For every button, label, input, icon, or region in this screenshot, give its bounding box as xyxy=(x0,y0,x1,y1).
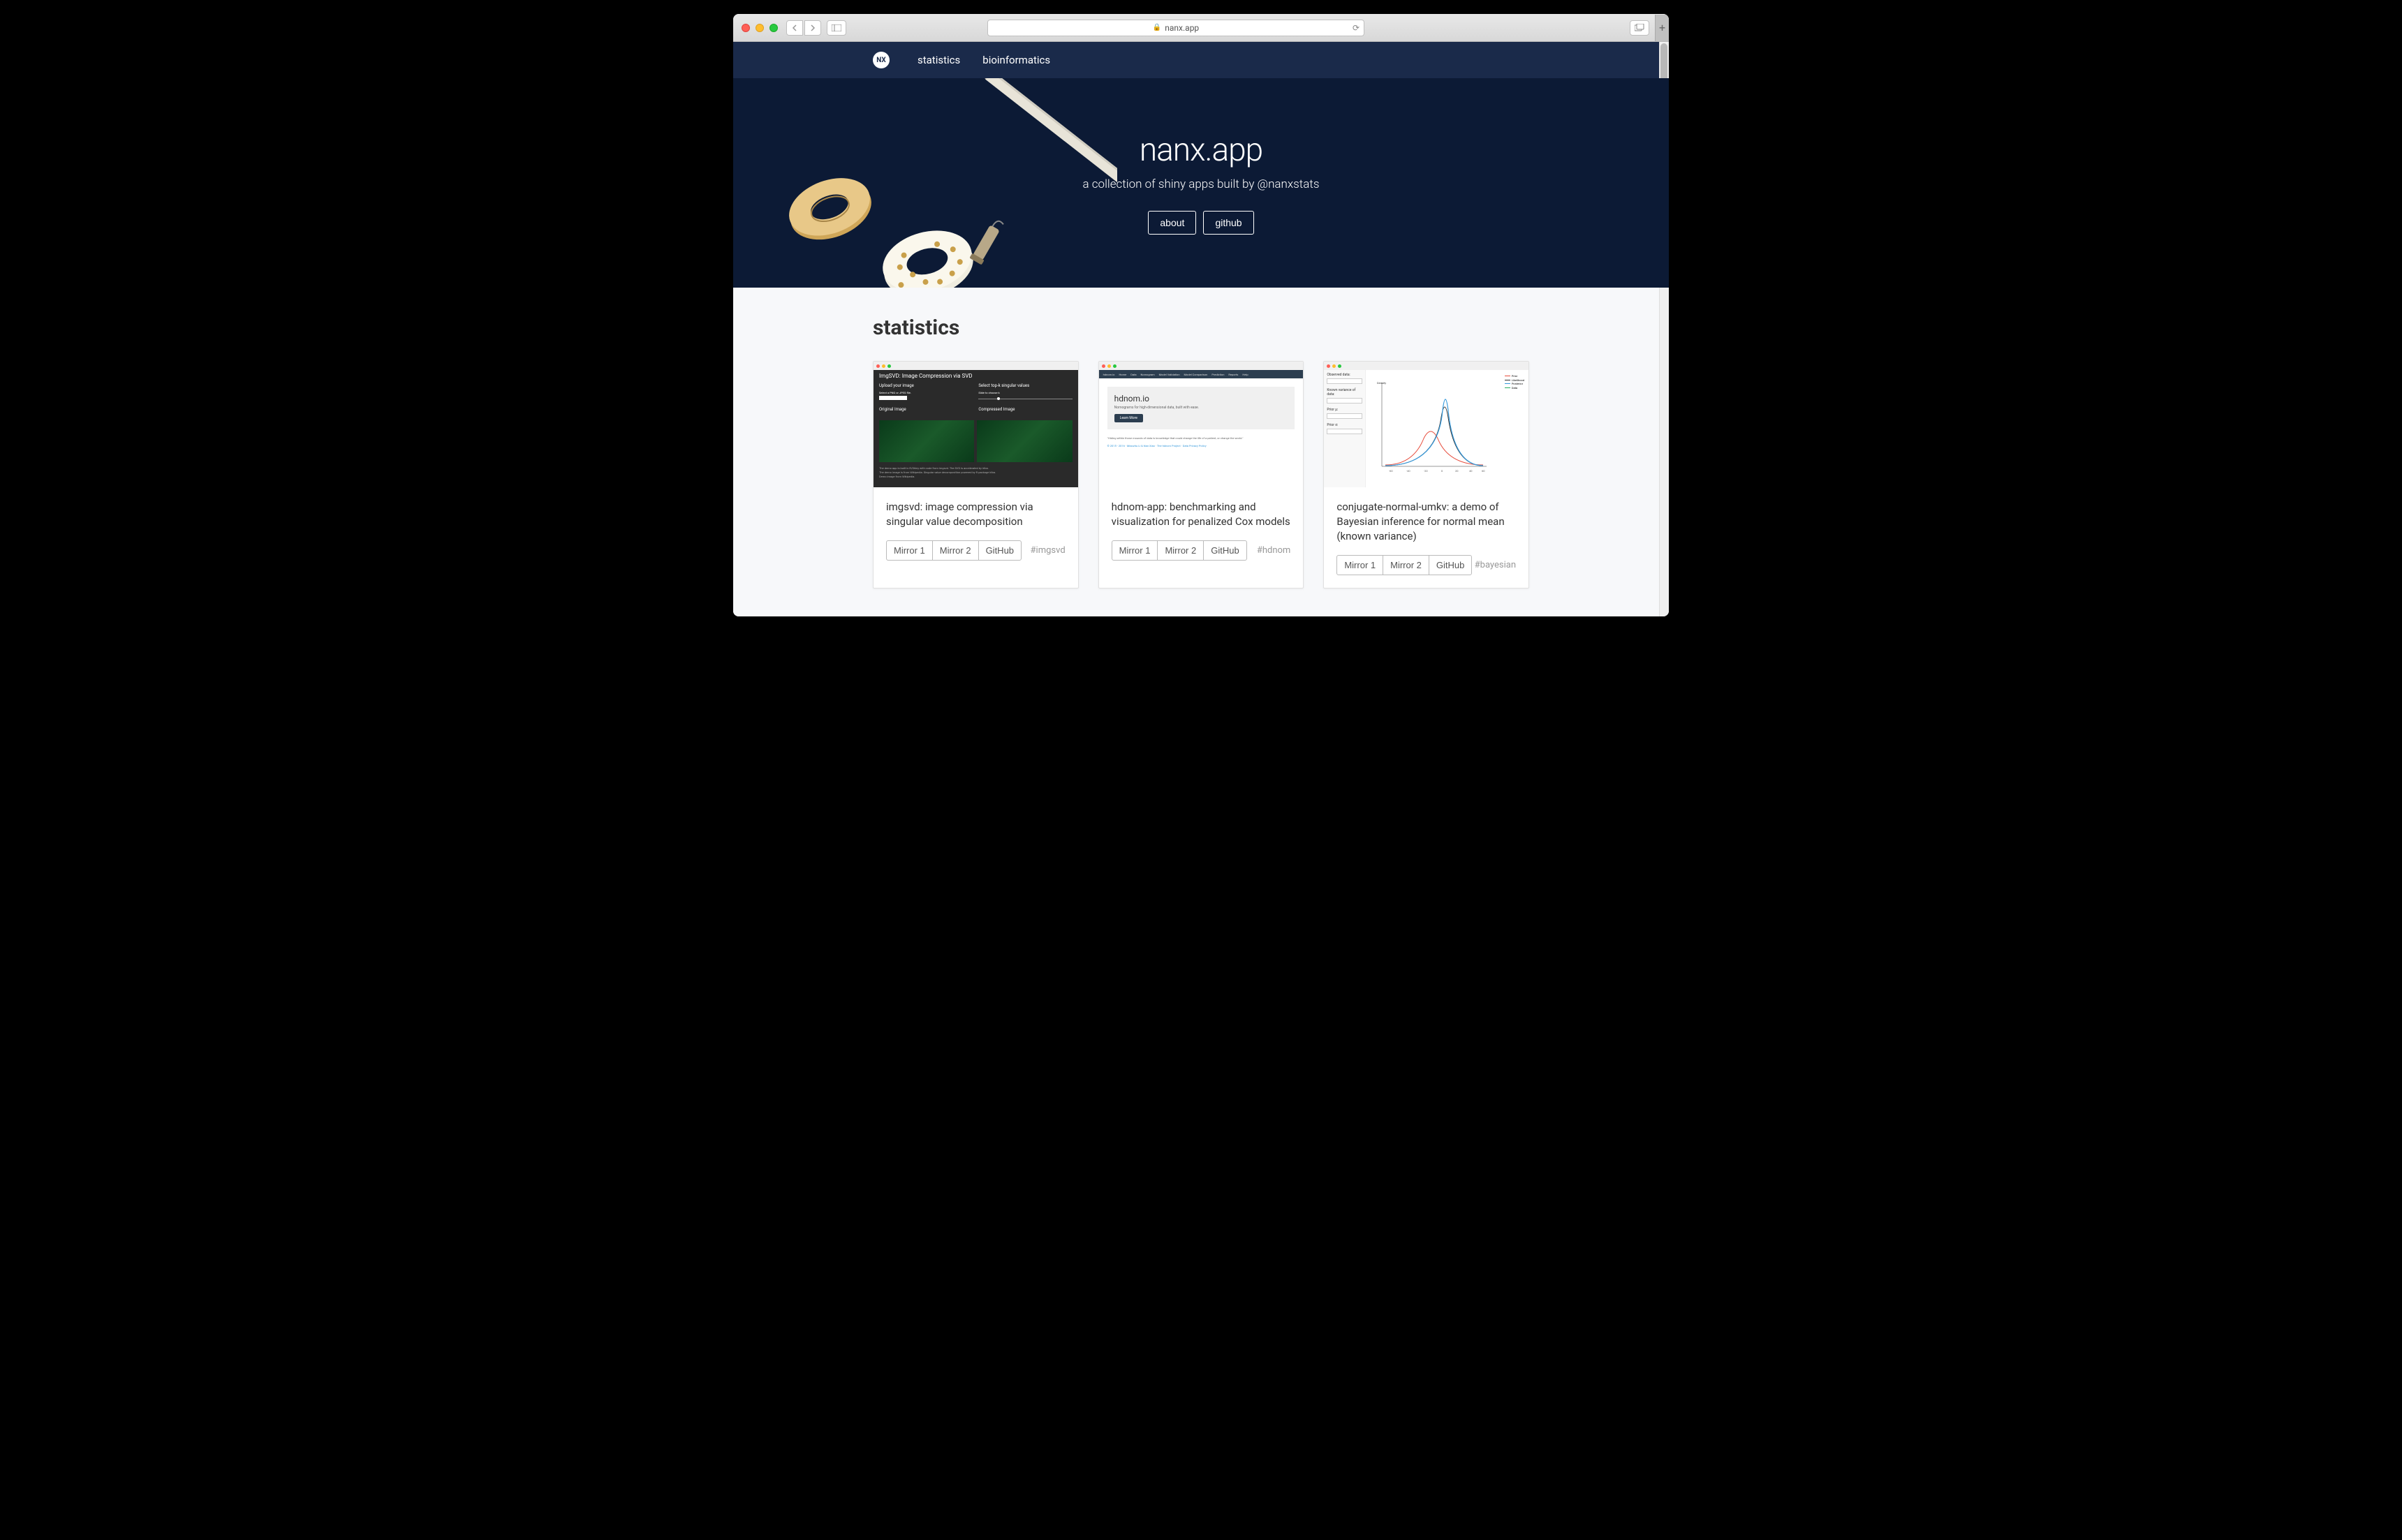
svg-text:0: 0 xyxy=(1441,469,1443,473)
github-card-button[interactable]: GitHub xyxy=(1429,555,1472,575)
traffic-lights xyxy=(742,24,778,32)
lock-icon: 🔒 xyxy=(1153,24,1161,31)
page-content: NX statistics bioinformatics xyxy=(733,42,1669,616)
browser-window: 🔒 nanx.app ⟳ + NX statistics bioinformat… xyxy=(733,14,1669,616)
card-title: conjugate-normal-umkv: a demo of Bayesia… xyxy=(1336,500,1516,544)
github-button[interactable]: github xyxy=(1203,211,1253,235)
sidebar-toggle-button[interactable] xyxy=(827,20,846,36)
minimize-window-button[interactable] xyxy=(756,24,764,32)
card-preview: Observed data: Known variance of data: P… xyxy=(1324,362,1528,487)
app-card-imgsvd: ImgSVD: Image Compression via SVD Upload… xyxy=(873,361,1079,588)
card-title: imgsvd: image compression via singular v… xyxy=(886,500,1066,529)
card-title: hdnom-app: benchmarking and visualizatio… xyxy=(1112,500,1291,529)
mirror2-button[interactable]: Mirror 2 xyxy=(1383,555,1429,575)
mirror1-button[interactable]: Mirror 1 xyxy=(1336,555,1383,575)
card-tag: #hdnom xyxy=(1257,545,1291,556)
close-window-button[interactable] xyxy=(742,24,750,32)
hero-section: nanx.app a collection of shiny apps buil… xyxy=(733,78,1669,288)
mirror2-button[interactable]: Mirror 2 xyxy=(1157,540,1204,561)
card-tag: #bayesian xyxy=(1475,560,1516,570)
about-button[interactable]: about xyxy=(1148,211,1196,235)
github-card-button[interactable]: GitHub xyxy=(1203,540,1246,561)
address-bar[interactable]: 🔒 nanx.app ⟳ xyxy=(987,20,1364,36)
browser-chrome: 🔒 nanx.app ⟳ + xyxy=(733,14,1669,42)
card-preview: hdnom.io Home Data Nomogram Model Valida… xyxy=(1099,362,1304,487)
show-tabs-button[interactable] xyxy=(1630,20,1649,36)
svg-text:Density: Density xyxy=(1377,381,1386,385)
card-preview: ImgSVD: Image Compression via SVD Upload… xyxy=(874,362,1078,487)
forward-button[interactable] xyxy=(804,20,821,36)
nav-back-forward xyxy=(786,20,821,36)
section-title: statistics xyxy=(873,316,1529,340)
site-navbar: NX statistics bioinformatics xyxy=(733,42,1669,78)
reload-icon[interactable]: ⟳ xyxy=(1353,23,1360,33)
card-tag: #imgsvd xyxy=(1031,545,1066,556)
svg-text:-60: -60 xyxy=(1389,469,1393,473)
back-button[interactable] xyxy=(786,20,803,36)
hero-buttons: about github xyxy=(1148,211,1253,235)
hero-title: nanx.app xyxy=(1140,131,1262,169)
svg-text:40: 40 xyxy=(1469,469,1473,473)
statistics-section: statistics ImgSVD: Image Compression via… xyxy=(733,288,1669,616)
url-text: nanx.app xyxy=(1165,23,1199,33)
hero-subtitle: a collection of shiny apps built by @nan… xyxy=(1083,177,1320,191)
mirror1-button[interactable]: Mirror 1 xyxy=(1112,540,1158,561)
card-button-group: Mirror 1 Mirror 2 GitHub xyxy=(1112,540,1247,561)
card-button-group: Mirror 1 Mirror 2 GitHub xyxy=(1336,555,1472,575)
hero-decoration xyxy=(733,78,1117,288)
mirror1-button[interactable]: Mirror 1 xyxy=(886,540,933,561)
card-grid: ImgSVD: Image Compression via SVD Upload… xyxy=(873,361,1529,588)
nav-link-bioinformatics[interactable]: bioinformatics xyxy=(982,54,1050,66)
mirror2-button[interactable]: Mirror 2 xyxy=(932,540,979,561)
maximize-window-button[interactable] xyxy=(769,24,778,32)
site-logo[interactable]: NX xyxy=(873,52,890,68)
svg-text:-20: -20 xyxy=(1424,469,1428,473)
app-card-bayesian: Observed data: Known variance of data: P… xyxy=(1323,361,1529,588)
svg-text:-40: -40 xyxy=(1406,469,1410,473)
card-button-group: Mirror 1 Mirror 2 GitHub xyxy=(886,540,1022,561)
nav-link-statistics[interactable]: statistics xyxy=(918,54,960,66)
svg-text:60: 60 xyxy=(1482,469,1485,473)
new-tab-button[interactable]: + xyxy=(1655,15,1669,41)
svg-text:20: 20 xyxy=(1455,469,1459,473)
app-card-hdnom: hdnom.io Home Data Nomogram Model Valida… xyxy=(1098,361,1304,588)
github-card-button[interactable]: GitHub xyxy=(978,540,1022,561)
